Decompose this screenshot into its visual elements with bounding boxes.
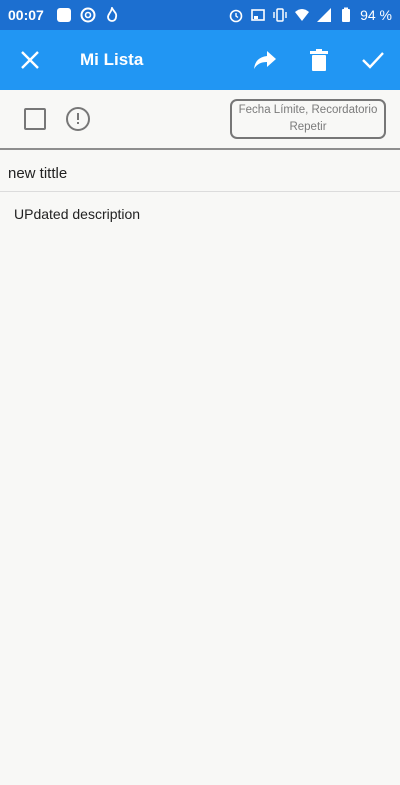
task-options-row: Fecha Límite, Recordatorio Repetir bbox=[0, 90, 400, 150]
status-left-icons bbox=[56, 7, 120, 23]
page-title: Mi Lista bbox=[80, 50, 144, 69]
notification-square-icon bbox=[56, 8, 71, 22]
vibrate-icon bbox=[273, 8, 287, 22]
close-icon bbox=[21, 51, 39, 69]
close-button[interactable] bbox=[0, 30, 60, 90]
app-bar-actions bbox=[238, 30, 400, 90]
task-description-field[interactable]: UPdated description bbox=[0, 206, 400, 222]
flame-icon bbox=[106, 7, 117, 22]
alarm-icon bbox=[229, 9, 243, 23]
due-date-label: Fecha Límite, Recordatorio bbox=[238, 104, 378, 116]
exclamation-icon bbox=[77, 113, 79, 124]
share-button[interactable] bbox=[238, 30, 292, 90]
battery-icon bbox=[342, 7, 351, 22]
battery-percent: 94 % bbox=[360, 7, 392, 23]
app-bar: Mi Lista bbox=[0, 30, 400, 90]
task-title-field[interactable]: new tittle bbox=[0, 156, 400, 192]
share-arrow-icon bbox=[254, 51, 276, 69]
status-bar: 00:07 94 % bbox=[0, 0, 400, 30]
complete-checkbox[interactable] bbox=[24, 108, 46, 130]
check-icon bbox=[362, 52, 384, 69]
wifi-icon bbox=[295, 9, 310, 21]
delete-button[interactable] bbox=[292, 30, 346, 90]
save-button[interactable] bbox=[346, 30, 400, 90]
sync-circle-icon bbox=[80, 7, 96, 23]
due-date-reminder-button[interactable]: Fecha Límite, Recordatorio Repetir bbox=[230, 99, 386, 139]
status-right-icons: 94 % bbox=[228, 7, 392, 23]
priority-button[interactable] bbox=[66, 107, 90, 131]
status-time: 00:07 bbox=[8, 7, 44, 23]
repeat-label: Repetir bbox=[289, 121, 327, 133]
signal-icon bbox=[317, 8, 332, 22]
cast-icon bbox=[251, 9, 265, 21]
trash-icon bbox=[310, 49, 328, 71]
